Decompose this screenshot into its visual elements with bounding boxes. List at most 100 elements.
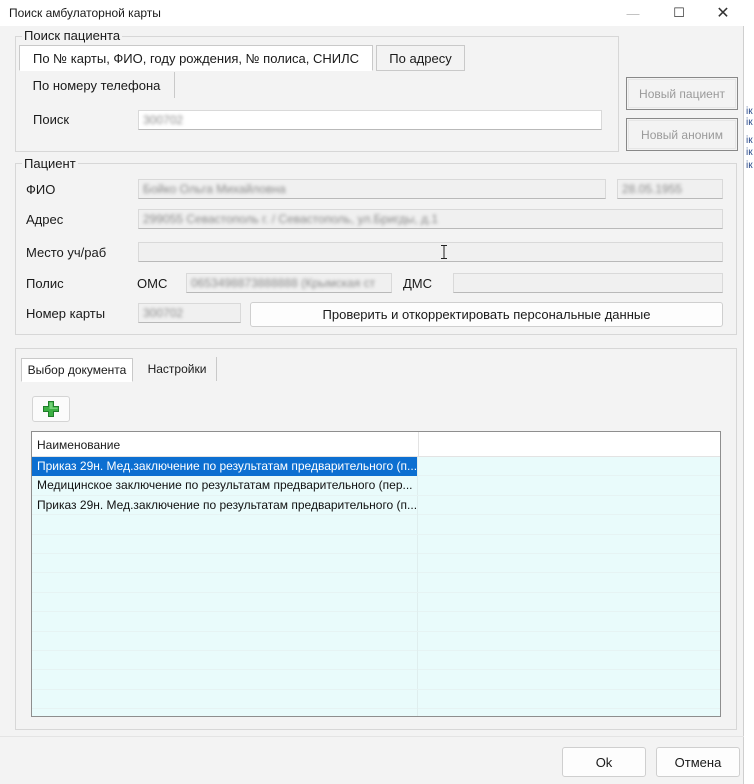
ok-button[interactable]: Ok	[562, 747, 646, 777]
search-input-value: 300702	[143, 113, 184, 127]
empty-cell[interactable]	[418, 573, 720, 592]
fio-value: Бойко Ольга Михайловна	[143, 182, 286, 196]
window-title: Поиск амбулаторной карты	[9, 6, 161, 20]
table-row[interactable]: Приказ 29н. Мед.заключение по результата…	[32, 495, 720, 516]
table-row[interactable]	[32, 670, 720, 690]
title-bar: Поиск амбулаторной карты — ☐ ✕	[0, 0, 744, 26]
empty-cell[interactable]	[418, 476, 720, 495]
tab-document-selection-label: Выбор документа	[27, 363, 127, 377]
empty-cell[interactable]	[418, 709, 720, 716]
footer-divider	[0, 736, 744, 737]
patient-search-group-label: Поиск пациента	[22, 28, 123, 43]
tab-search-by-card[interactable]: По № карты, ФИО, году рождения, № полиса…	[19, 45, 373, 71]
document-name-cell[interactable]: Медицинское заключение по результатам пр…	[32, 476, 418, 496]
background-fragment: iк	[746, 160, 753, 171]
document-name-cell[interactable]	[32, 612, 418, 632]
table-body: Приказ 29н. Мед.заключение по результата…	[32, 457, 720, 716]
search-input[interactable]: 300702	[138, 110, 602, 130]
empty-cell[interactable]	[418, 457, 720, 476]
table-row[interactable]: Медицинское заключение по результатам пр…	[32, 476, 720, 496]
address-field[interactable]: 299055 Севастополь г. / Севастополь, ул.…	[138, 209, 723, 229]
table-header: Наименование	[32, 432, 720, 457]
birth-date-field[interactable]: 28.05.1955	[617, 179, 723, 199]
address-label: Адрес	[26, 212, 64, 227]
column-header-name[interactable]: Наименование	[32, 432, 418, 457]
minimize-button[interactable]: —	[610, 0, 656, 26]
empty-cell[interactable]	[418, 535, 720, 554]
ok-button-label: Ok	[595, 754, 613, 770]
document-name-cell[interactable]	[32, 631, 418, 651]
empty-cell[interactable]	[418, 612, 720, 631]
background-window-edge: iк iк iк iк iк	[745, 0, 754, 784]
document-name-cell[interactable]	[32, 670, 418, 690]
table-row[interactable]	[32, 689, 720, 710]
tab-settings-label: Настройки	[147, 362, 207, 376]
table-row[interactable]	[32, 592, 720, 613]
new-anonymous-label: Новый аноним	[641, 127, 723, 142]
empty-cell[interactable]	[418, 651, 720, 670]
birth-date-value: 28.05.1955	[622, 182, 683, 196]
document-name-cell[interactable]	[32, 650, 418, 670]
close-icon: ✕	[716, 5, 730, 22]
dms-field[interactable]	[453, 273, 723, 293]
tab-settings[interactable]: Настройки	[138, 357, 217, 381]
tab-document-selection[interactable]: Выбор документа	[21, 358, 133, 382]
add-document-button[interactable]	[32, 396, 70, 422]
work-field[interactable]	[138, 242, 723, 262]
card-number-field[interactable]: 300702	[138, 303, 241, 323]
oms-field[interactable]: 0653498873888888 (Крымская ст	[186, 273, 392, 293]
empty-cell[interactable]	[418, 632, 720, 651]
text-cursor-icon	[441, 245, 447, 259]
empty-cell[interactable]	[418, 593, 720, 612]
background-fragment: iк	[746, 117, 753, 128]
tab-search-by-phone[interactable]: По номеру телефона	[19, 72, 175, 98]
background-fragment: iк	[746, 147, 753, 158]
empty-cell[interactable]	[418, 496, 720, 515]
close-button[interactable]: ✕	[700, 0, 746, 26]
new-anonymous-button[interactable]: Новый аноним	[626, 118, 738, 151]
document-name-cell[interactable]	[32, 709, 418, 716]
table-row[interactable]	[32, 612, 720, 632]
document-name-cell[interactable]	[32, 689, 418, 709]
maximize-icon: ☐	[673, 5, 685, 20]
verify-personal-data-label: Проверить и откорректировать персональны…	[322, 307, 651, 322]
table-row[interactable]	[32, 709, 720, 716]
table-row[interactable]	[32, 534, 720, 554]
document-name-cell[interactable]	[32, 534, 418, 554]
dialog-window: Поиск амбулаторной карты — ☐ ✕ Поиск пац…	[0, 0, 744, 784]
oms-label: ОМС	[137, 276, 168, 291]
new-patient-button[interactable]: Новый пациент	[626, 77, 738, 110]
table-row[interactable]	[32, 573, 720, 593]
new-patient-label: Новый пациент	[639, 86, 725, 101]
search-label: Поиск	[33, 112, 70, 127]
maximize-button[interactable]: ☐	[656, 0, 702, 26]
card-number-value: 300702	[143, 306, 184, 320]
document-name-cell[interactable]: Приказ 29н. Мед.заключение по результата…	[32, 457, 418, 476]
document-name-cell[interactable]	[32, 515, 418, 535]
fio-field[interactable]: Бойко Ольга Михайловна	[138, 179, 606, 199]
oms-value: 0653498873888888 (Крымская ст	[191, 276, 376, 290]
policy-label: Полис	[26, 276, 64, 291]
table-row[interactable]	[32, 515, 720, 535]
address-value: 299055 Севастополь г. / Севастополь, ул.…	[143, 212, 438, 226]
work-label: Место уч/раб	[26, 245, 107, 260]
document-name-cell[interactable]	[32, 553, 418, 573]
cancel-button-label: Отмена	[674, 754, 722, 770]
table-row[interactable]	[32, 631, 720, 651]
empty-cell[interactable]	[418, 690, 720, 709]
empty-cell[interactable]	[418, 554, 720, 573]
tab-search-by-address[interactable]: По адресу	[376, 45, 465, 71]
empty-cell[interactable]	[418, 515, 720, 534]
document-name-cell[interactable]	[32, 573, 418, 593]
card-number-label: Номер карты	[26, 306, 106, 321]
empty-cell[interactable]	[418, 670, 720, 689]
cancel-button[interactable]: Отмена	[656, 747, 740, 777]
table-row[interactable]: Приказ 29н. Мед.заключение по результата…	[32, 457, 720, 477]
table-row[interactable]	[32, 650, 720, 671]
verify-personal-data-button[interactable]: Проверить и откорректировать персональны…	[250, 302, 723, 327]
document-name-cell[interactable]: Приказ 29н. Мед.заключение по результата…	[32, 495, 418, 515]
documents-table[interactable]: Наименование Приказ 29н. Мед.заключение …	[31, 431, 721, 717]
document-name-cell[interactable]	[32, 592, 418, 612]
table-row[interactable]	[32, 553, 720, 574]
fio-label: ФИО	[26, 182, 56, 197]
